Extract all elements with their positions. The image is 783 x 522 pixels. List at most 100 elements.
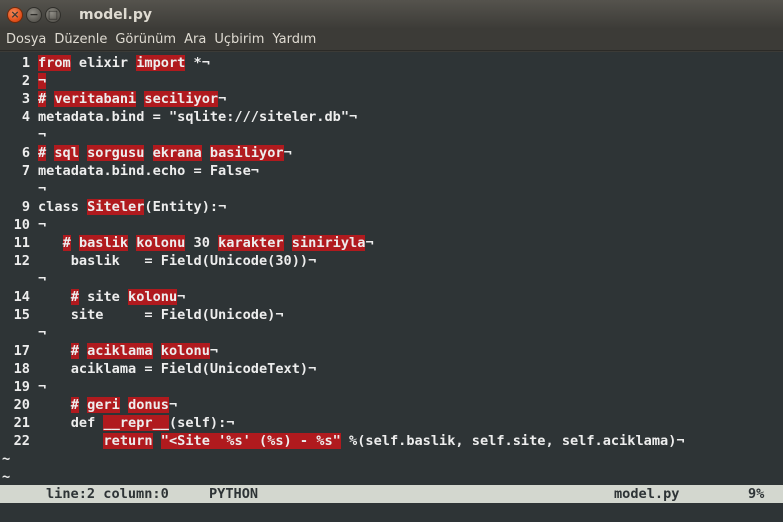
highlighted-token: seciliyor <box>144 91 219 107</box>
code-line[interactable]: 10 ¬ <box>0 216 47 234</box>
line-number: 9 <box>21 199 30 215</box>
code-line[interactable]: 6 # sql sorgusu ekrana basiliyor¬ <box>0 144 292 162</box>
highlighted-token: # <box>70 397 79 413</box>
highlighted-token: kolonu <box>128 289 178 305</box>
code-text: ¬ <box>38 181 47 197</box>
code-text: metadata.bind = "sqlite:///siteler.db" <box>38 109 349 125</box>
code-line[interactable]: 7 metadata.bind.echo = False¬ <box>0 162 259 180</box>
code-line[interactable]: 20 # geri donus¬ <box>0 396 177 414</box>
line-number: 4 <box>21 109 30 125</box>
line-number: 11 <box>13 235 30 251</box>
minimize-window-button[interactable]: − <box>26 6 42 23</box>
code-text: ¬ <box>209 343 219 359</box>
code-text: 30 <box>185 235 219 251</box>
code-text: def <box>38 415 104 431</box>
menu-duzenle[interactable]: Düzenle <box>54 32 107 47</box>
highlighted-token: # <box>38 145 47 161</box>
highlighted-token: veritabani <box>54 91 137 107</box>
highlighted-token: return <box>103 433 153 449</box>
code-text: ¬ <box>365 235 374 251</box>
code-text: metadata.bind.echo = False <box>38 163 251 179</box>
menu-gorunum[interactable]: Görünüm <box>115 32 176 47</box>
line-number: 2 <box>21 73 30 89</box>
highlighted-token: import <box>136 55 186 71</box>
code-line[interactable]: 1 from elixir import *¬ <box>0 54 210 72</box>
menu-dosya[interactable]: Dosya <box>6 32 46 47</box>
maximize-window-button[interactable]: □ <box>45 6 61 23</box>
highlighted-token: geri <box>87 397 120 413</box>
code-line[interactable]: ¬ <box>0 270 46 288</box>
code-line[interactable]: 17 # aciklama kolonu¬ <box>0 342 218 360</box>
code-text: ¬ <box>38 271 47 287</box>
major-mode: PYTHON <box>209 486 259 502</box>
code-text: elixir <box>70 55 137 71</box>
line-number: 7 <box>21 163 30 179</box>
line-number: 21 <box>13 415 30 431</box>
status-filename: model.py <box>614 486 680 502</box>
line-number: 18 <box>13 361 30 377</box>
line-number: 6 <box>21 145 30 161</box>
code-line[interactable]: 14 # site kolonu¬ <box>0 288 185 306</box>
code-text: ¬ <box>38 127 47 143</box>
code-text: ¬ <box>201 55 210 71</box>
highlighted-token: from <box>38 55 71 71</box>
menu-bar: Dosya Düzenle Görünüm Ara Uçbirim Yardım <box>0 29 783 51</box>
menu-yardim[interactable]: Yardım <box>272 32 316 47</box>
code-line[interactable]: 9 class Siteler(Entity):¬ <box>0 198 226 216</box>
code-line[interactable]: 2 ¬ <box>0 72 47 90</box>
code-line[interactable]: ¬ <box>0 180 46 198</box>
command-line[interactable] <box>0 503 783 522</box>
highlighted-token: sql <box>54 145 79 161</box>
code-line[interactable]: 18 aciklama = Field(UnicodeText)¬ <box>0 360 317 378</box>
code-line[interactable]: 12 baslik = Field(Unicode(30))¬ <box>0 252 317 270</box>
code-editor[interactable]: 1 from elixir import *¬ 2 ¬ 3 # veritabani se… <box>0 52 783 485</box>
code-line[interactable]: 19 ¬ <box>0 378 47 396</box>
line-number: 19 <box>13 379 30 395</box>
code-line[interactable]: 3 # veritabani seciliyor¬ <box>0 90 226 108</box>
highlighted-token: Siteler <box>87 199 145 215</box>
menu-ara[interactable]: Ara <box>184 32 206 47</box>
code-line[interactable]: 21 def __repr__(self):¬ <box>0 414 234 432</box>
highlighted-token: # <box>62 235 71 251</box>
status-bar: line:2 column:0 PYTHON model.py 9% <box>0 485 783 503</box>
code-line[interactable]: ¬ <box>0 126 46 144</box>
code-text: aciklama = Field(UnicodeText) <box>38 361 309 377</box>
highlighted-token: "<Site '%s' (%s) - %s" <box>160 433 341 449</box>
code-text: (Entity): <box>144 199 219 215</box>
code-text: ¬ <box>308 253 317 269</box>
code-text: ¬ <box>38 379 47 395</box>
code-text: ¬ <box>38 217 47 233</box>
code-text: class <box>38 199 88 215</box>
menu-ucbirim[interactable]: Uçbirim <box>214 32 264 47</box>
cursor-position: line:2 column:0 <box>46 486 169 502</box>
code-line[interactable]: 11 # baslik kolonu 30 karakter siniriyla… <box>0 234 374 252</box>
code-line[interactable]: 22 return "<Site '%s' (%s) - %s" %(self.… <box>0 432 685 450</box>
line-number: 10 <box>13 217 30 233</box>
code-text: %(self.baslik, self.site, self.aciklama) <box>340 433 677 449</box>
code-text: site <box>78 289 129 305</box>
code-text: ¬ <box>226 415 235 431</box>
code-line[interactable]: 15 site = Field(Unicode)¬ <box>0 306 284 324</box>
highlighted-token: basiliyor <box>209 145 284 161</box>
close-window-button[interactable]: × <box>7 6 23 23</box>
line-number: 1 <box>21 55 30 71</box>
scroll-percent: 9% <box>748 486 765 502</box>
line-number: 22 <box>13 433 30 449</box>
code-line[interactable]: 4 metadata.bind = "sqlite:///siteler.db"¬ <box>0 108 357 126</box>
title-bar: × − □ model.py <box>0 0 783 29</box>
code-line[interactable]: ¬ <box>0 324 46 342</box>
code-text: ¬ <box>250 163 259 179</box>
line-number: 15 <box>13 307 30 323</box>
